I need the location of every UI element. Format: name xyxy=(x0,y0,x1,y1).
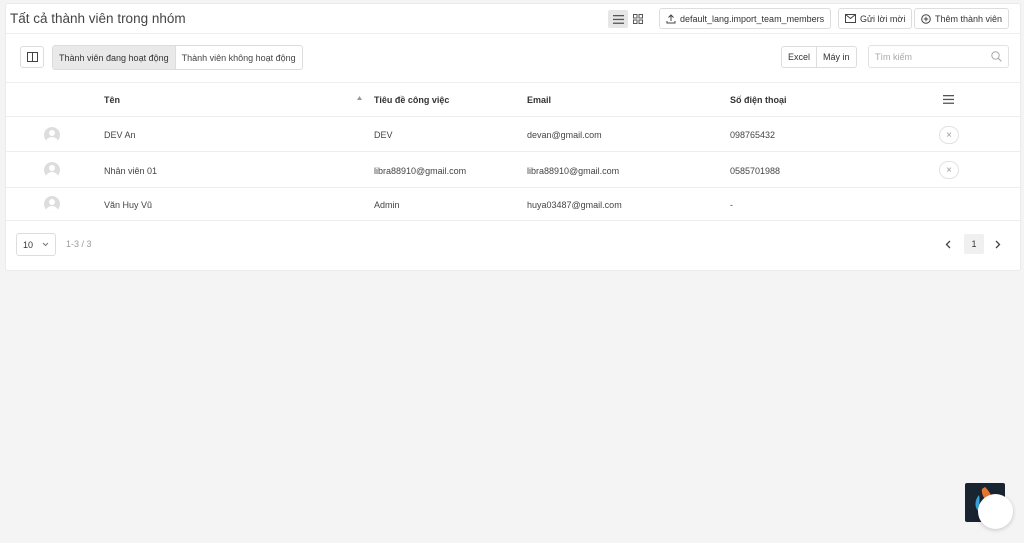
chevron-left-icon xyxy=(945,240,951,248)
member-email: huya03487@gmail.com xyxy=(527,200,622,210)
grid-view-button[interactable] xyxy=(628,10,648,28)
mail-icon xyxy=(845,14,856,23)
add-member-label: Thêm thành viên xyxy=(935,13,1003,24)
send-invite-label: Gửi lời mời xyxy=(860,13,906,24)
close-icon: × xyxy=(946,164,952,176)
search-icon xyxy=(991,51,1002,62)
search-input[interactable]: Tìm kiếm xyxy=(868,45,1009,68)
page-size-value: 10 xyxy=(23,239,34,250)
avatar xyxy=(44,196,60,212)
send-invite-button[interactable]: Gửi lời mời xyxy=(838,8,913,29)
member-job-title: Admin xyxy=(374,200,400,210)
columns-icon xyxy=(26,52,38,62)
member-phone: 0585701988 xyxy=(730,166,781,176)
table-row[interactable]: Văn Huy Vũ Admin huya03487@gmail.com - xyxy=(6,188,1020,221)
member-phone: 098765432 xyxy=(730,130,776,140)
previous-page-button[interactable] xyxy=(940,235,956,253)
remove-member-button[interactable]: × xyxy=(939,161,959,179)
column-settings-button[interactable] xyxy=(20,46,44,68)
table-row[interactable]: DEV An DEV devan@gmail.com 098765432 × xyxy=(6,117,1020,152)
table-row[interactable]: Nhân viên 01 libra88910@gmail.com libra8… xyxy=(6,152,1020,188)
tab-inactive-members[interactable]: Thành viên không hoạt động xyxy=(176,46,302,69)
plus-circle-icon xyxy=(921,13,931,24)
page-size-select[interactable]: 10 xyxy=(16,233,56,256)
member-email: devan@gmail.com xyxy=(527,130,602,140)
member-name: Văn Huy Vũ xyxy=(104,200,153,210)
close-icon: × xyxy=(946,129,952,141)
member-job-title: DEV xyxy=(374,130,393,140)
next-page-button[interactable] xyxy=(990,235,1006,253)
table-header: Tên Tiêu đề công việc Email Số điện thoạ… xyxy=(6,83,1020,117)
import-members-button[interactable]: default_lang.import_team_members xyxy=(659,8,832,29)
avatar xyxy=(44,127,60,143)
member-job-title: libra88910@gmail.com xyxy=(374,166,467,176)
current-page-button[interactable]: 1 xyxy=(964,234,984,254)
search-placeholder: Tìm kiếm xyxy=(875,51,912,62)
chat-bubble-button[interactable] xyxy=(978,494,1013,529)
remove-member-button[interactable]: × xyxy=(939,126,959,144)
member-phone: - xyxy=(730,200,733,210)
column-header-name[interactable]: Tên xyxy=(104,95,120,105)
column-header-phone[interactable]: Số điện thoại xyxy=(730,95,787,105)
chevron-down-icon xyxy=(42,242,49,247)
member-email: libra88910@gmail.com xyxy=(527,166,620,176)
menu-icon[interactable] xyxy=(943,95,954,104)
pagination-range: 1-3 / 3 xyxy=(66,239,92,249)
page-title: Tất cả thành viên trong nhóm xyxy=(10,11,186,26)
list-view-button[interactable] xyxy=(608,10,628,28)
list-icon xyxy=(612,14,624,24)
add-member-button[interactable]: Thêm thành viên xyxy=(914,8,1010,29)
table-toolbar: Thành viên đang hoạt động Thành viên khô… xyxy=(6,34,1020,83)
print-button[interactable]: Máy in xyxy=(816,47,856,67)
sort-asc-icon[interactable] xyxy=(356,95,363,101)
chevron-right-icon xyxy=(995,240,1001,248)
column-header-job-title[interactable]: Tiêu đề công việc xyxy=(374,95,449,105)
column-header-email[interactable]: Email xyxy=(527,95,551,105)
avatar xyxy=(44,162,60,178)
grid-icon xyxy=(633,14,643,24)
tab-active-members[interactable]: Thành viên đang hoạt động xyxy=(53,46,176,69)
import-members-label: default_lang.import_team_members xyxy=(680,13,825,24)
export-group: Excel Máy in xyxy=(781,46,857,68)
page-header: Tất cả thành viên trong nhóm default_lan… xyxy=(6,4,1020,34)
excel-export-button[interactable]: Excel xyxy=(782,47,816,67)
member-name: Nhân viên 01 xyxy=(104,166,158,176)
view-toggle xyxy=(608,10,648,28)
members-card: Tất cả thành viên trong nhóm default_lan… xyxy=(5,3,1021,271)
upload-icon xyxy=(666,13,676,23)
table-footer: 10 1-3 / 3 1 xyxy=(6,221,1020,271)
member-status-tabs: Thành viên đang hoạt động Thành viên khô… xyxy=(52,45,303,70)
member-name: DEV An xyxy=(104,130,136,140)
